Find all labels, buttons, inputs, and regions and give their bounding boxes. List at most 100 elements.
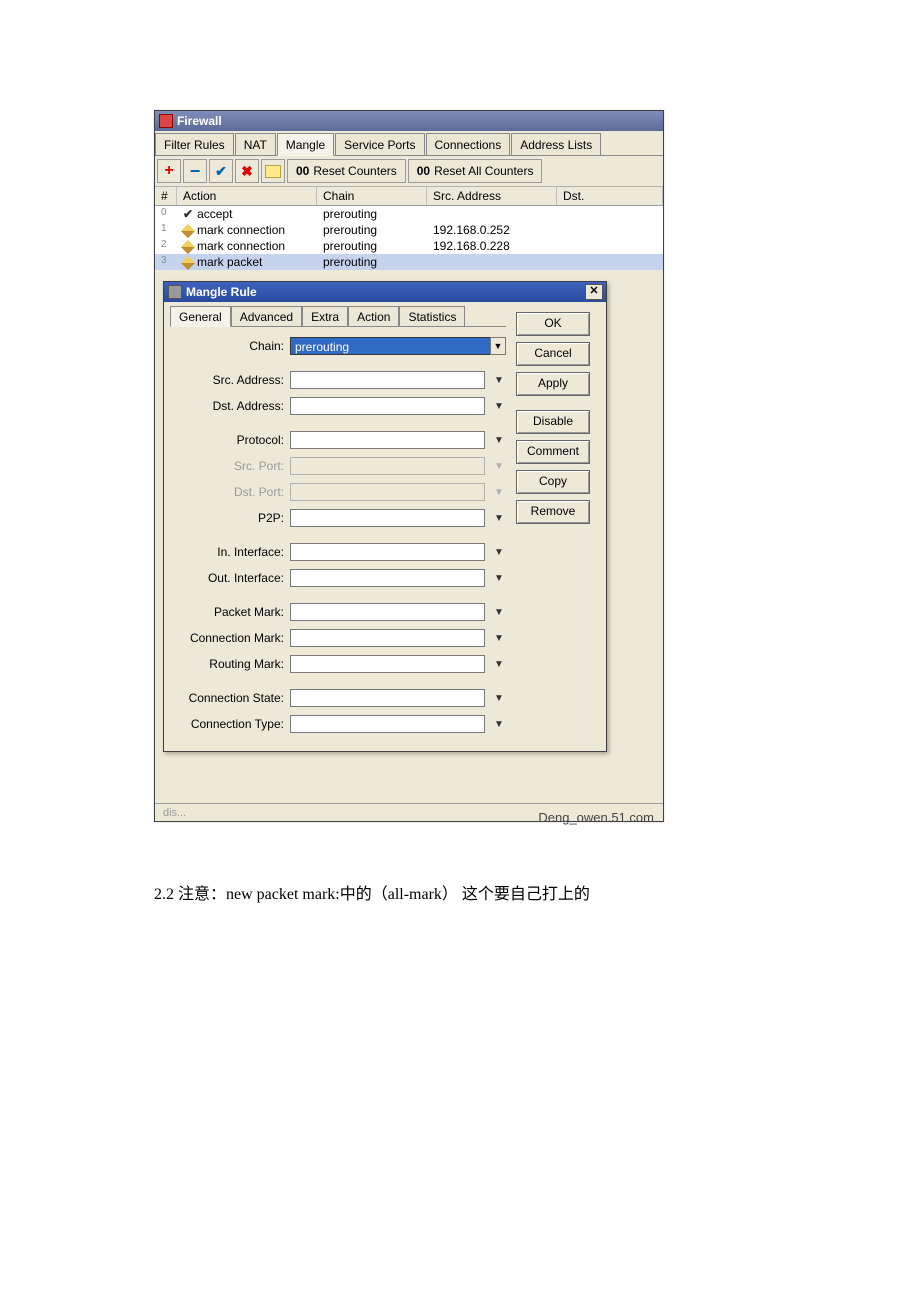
tab-connections[interactable]: Connections (426, 133, 511, 155)
packet-mark-input[interactable] (290, 603, 485, 621)
table-row[interactable]: 2 mark connection prerouting 192.168.0.2… (155, 238, 663, 254)
col-chain[interactable]: Chain (317, 187, 427, 205)
copy-button[interactable]: Copy (516, 470, 590, 494)
connection-mark-toggle[interactable]: ▼ (492, 631, 506, 645)
oo-icon: 00 (296, 164, 309, 178)
tab-filter-rules[interactable]: Filter Rules (155, 133, 234, 155)
routing-mark-input[interactable] (290, 655, 485, 673)
ok-button[interactable]: OK (516, 312, 590, 336)
footer-credit: Deng_owen.51.com (538, 810, 654, 825)
reset-counters-label: Reset Counters (313, 164, 396, 178)
window-icon (168, 285, 182, 299)
minus-icon: − (190, 161, 201, 182)
col-dst[interactable]: Dst. (557, 187, 663, 205)
table-row[interactable]: 0 ✔accept prerouting (155, 206, 663, 222)
chain-dropdown-button[interactable]: ▼ (490, 337, 506, 355)
firewall-tabs: Filter Rules NAT Mangle Service Ports Co… (155, 131, 663, 156)
mangle-rule-titlebar: Mangle Rule ✕ (164, 282, 606, 302)
routing-mark-label: Routing Mark: (170, 657, 286, 671)
firewall-toolbar: + − ✔ ✖ 00 Reset Counters 00 Reset All C… (155, 156, 663, 187)
cancel-button[interactable]: Cancel (516, 342, 590, 366)
tab-extra[interactable]: Extra (302, 306, 348, 326)
in-interface-input[interactable] (290, 543, 485, 561)
table-header: # Action Chain Src. Address Dst. (155, 187, 663, 206)
oo-icon: 00 (417, 164, 430, 178)
tab-statistics[interactable]: Statistics (399, 306, 465, 326)
note-icon (265, 165, 281, 178)
tab-action[interactable]: Action (348, 306, 399, 326)
firewall-window: Firewall Filter Rules NAT Mangle Service… (154, 110, 664, 822)
protocol-input[interactable] (290, 431, 485, 449)
tab-mangle[interactable]: Mangle (277, 133, 334, 156)
src-address-input[interactable] (290, 371, 485, 389)
packet-mark-toggle[interactable]: ▼ (492, 605, 506, 619)
tab-address-lists[interactable]: Address Lists (511, 133, 601, 155)
plus-icon: + (164, 162, 173, 180)
apply-button[interactable]: Apply (516, 372, 590, 396)
src-port-input (290, 457, 485, 475)
check-icon: ✔ (215, 163, 227, 180)
mangle-rule-title: Mangle Rule (186, 285, 257, 299)
enable-button[interactable]: ✔ (209, 159, 233, 183)
p2p-label: P2P: (170, 511, 286, 525)
dialog-buttons: OK Cancel Apply Disable Comment Copy Rem… (512, 302, 606, 751)
dst-address-label: Dst. Address: (170, 399, 286, 413)
connection-state-input[interactable] (290, 689, 485, 707)
src-port-toggle: ▼ (492, 459, 506, 473)
comment-dialog-button[interactable]: Comment (516, 440, 590, 464)
chain-label: Chain: (170, 339, 286, 353)
tab-nat[interactable]: NAT (235, 133, 276, 155)
src-address-toggle[interactable]: ▼ (492, 373, 506, 387)
col-action[interactable]: Action (177, 187, 317, 205)
add-button[interactable]: + (157, 159, 181, 183)
disable-toggle-button[interactable]: Disable (516, 410, 590, 434)
pencil-icon (181, 224, 195, 238)
reset-all-counters-button[interactable]: 00 Reset All Counters (408, 159, 543, 183)
out-interface-toggle[interactable]: ▼ (492, 571, 506, 585)
pencil-icon (181, 256, 195, 270)
table-row[interactable]: 3 mark packet prerouting (155, 254, 663, 270)
mangle-rule-window: Mangle Rule ✕ General Advanced Extra Act… (163, 281, 607, 752)
remove-dialog-button[interactable]: Remove (516, 500, 590, 524)
table-row[interactable]: 1 mark connection prerouting 192.168.0.2… (155, 222, 663, 238)
in-interface-toggle[interactable]: ▼ (492, 545, 506, 559)
chain-input[interactable]: prerouting (290, 337, 491, 355)
reset-all-counters-label: Reset All Counters (434, 164, 533, 178)
dst-port-toggle: ▼ (492, 485, 506, 499)
src-address-label: Src. Address: (170, 373, 286, 387)
connection-state-toggle[interactable]: ▼ (492, 691, 506, 705)
dst-address-input[interactable] (290, 397, 485, 415)
connection-type-toggle[interactable]: ▼ (492, 717, 506, 731)
firewall-titlebar: Firewall (155, 111, 663, 131)
tab-service-ports[interactable]: Service Ports (335, 133, 424, 155)
pencil-icon (181, 240, 195, 254)
close-button[interactable]: ✕ (585, 284, 603, 300)
connection-type-label: Connection Type: (170, 717, 286, 731)
p2p-input[interactable] (290, 509, 485, 527)
protocol-label: Protocol: (170, 433, 286, 447)
tab-advanced[interactable]: Advanced (231, 306, 302, 326)
connection-type-input[interactable] (290, 715, 485, 733)
routing-mark-toggle[interactable]: ▼ (492, 657, 506, 671)
rules-table: 0 ✔accept prerouting 1 mark connection p… (155, 206, 663, 270)
protocol-toggle[interactable]: ▼ (492, 433, 506, 447)
x-icon: ✖ (241, 163, 253, 180)
src-port-label: Src. Port: (170, 459, 286, 473)
reset-counters-button[interactable]: 00 Reset Counters (287, 159, 406, 183)
col-src-address[interactable]: Src. Address (427, 187, 557, 205)
mangle-tabs: General Advanced Extra Action Statistics (170, 306, 506, 327)
out-interface-label: Out. Interface: (170, 571, 286, 585)
caption: 2.2 注意：new packet mark:中的（all-mark） 这个要自… (154, 880, 590, 904)
disable-button[interactable]: ✖ (235, 159, 259, 183)
tab-general[interactable]: General (170, 306, 231, 327)
remove-button[interactable]: − (183, 159, 207, 183)
p2p-toggle[interactable]: ▼ (492, 511, 506, 525)
window-icon (159, 114, 173, 128)
comment-button[interactable] (261, 159, 285, 183)
dst-port-label: Dst. Port: (170, 485, 286, 499)
dst-address-toggle[interactable]: ▼ (492, 399, 506, 413)
connection-mark-input[interactable] (290, 629, 485, 647)
col-hash[interactable]: # (155, 187, 177, 205)
out-interface-input[interactable] (290, 569, 485, 587)
packet-mark-label: Packet Mark: (170, 605, 286, 619)
